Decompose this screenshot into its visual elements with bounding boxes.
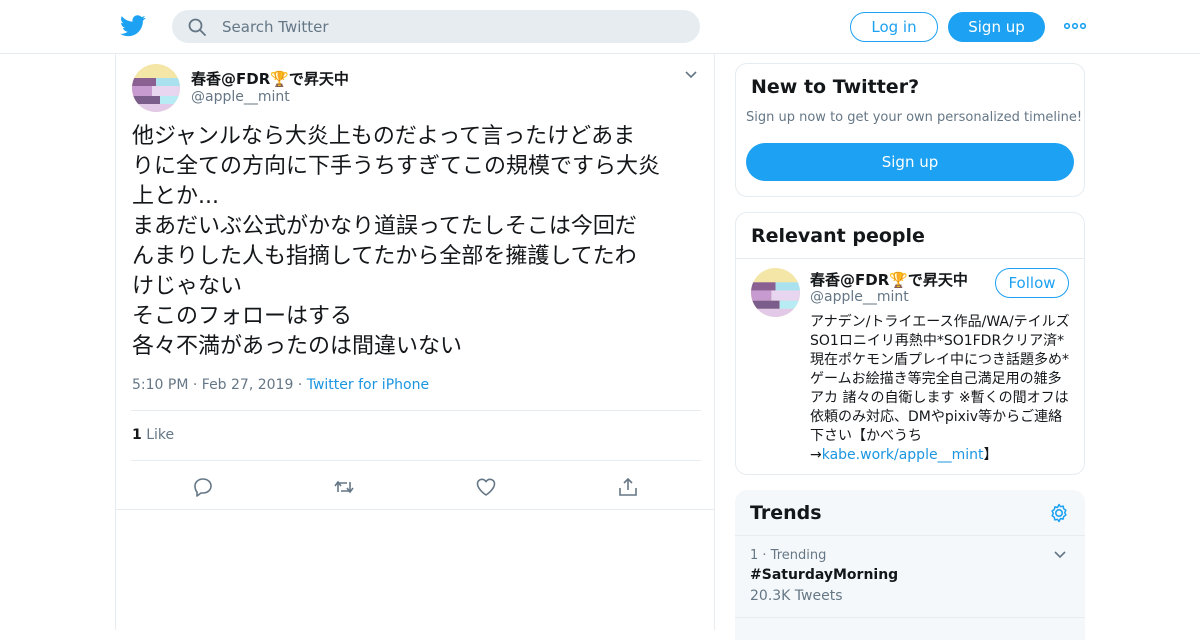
search-input[interactable]: Search Twitter	[172, 10, 700, 43]
gear-icon[interactable]	[1048, 502, 1070, 524]
share-icon[interactable]	[617, 476, 639, 498]
more-icon[interactable]	[1064, 18, 1086, 34]
bio-end: 】	[983, 447, 998, 463]
card-title: Trends	[750, 502, 822, 524]
avatar[interactable]	[751, 268, 800, 317]
trend-name[interactable]: #SaturdayMorning	[750, 567, 898, 583]
chevron-down-icon[interactable]	[684, 68, 698, 82]
tweet-meta: 5:10 PM · Feb 27, 2019 · Twitter for iPh…	[132, 377, 430, 393]
twitter-logo-icon[interactable]	[120, 14, 146, 38]
reply-icon[interactable]	[192, 476, 214, 498]
top-bar: Search Twitter Log in Sign up	[0, 0, 1200, 54]
trend-count: 20.3K Tweets	[750, 588, 843, 604]
divider	[131, 410, 701, 411]
login-button[interactable]: Log in	[850, 12, 938, 42]
person-handle[interactable]: @apple__mint	[810, 289, 909, 305]
tweet-source[interactable]: Twitter for iPhone	[307, 377, 429, 393]
bio-text: アナデン/トライエース作品/WA/テイルズ SO1ロニイリ再熱中*SO1FDRク…	[810, 314, 1070, 463]
tweet-author-handle[interactable]: @apple__mint	[191, 89, 290, 105]
follow-button[interactable]: Follow	[995, 268, 1069, 298]
like-count: 1	[132, 427, 142, 443]
divider	[131, 460, 701, 461]
trends-card: Trends 1 · Trending #SaturdayMorning 20.…	[735, 490, 1085, 640]
chevron-down-icon[interactable]	[1053, 548, 1067, 562]
bio-link[interactable]: kabe.work/apple__mint	[822, 447, 984, 463]
tweet-date[interactable]: Feb 27, 2019	[202, 377, 294, 393]
person-name[interactable]: 春香@FDR🏆で昇天中	[810, 269, 968, 290]
retweet-icon[interactable]	[333, 476, 355, 498]
like-label: Like	[146, 427, 175, 443]
trend-rank: 1 · Trending	[750, 548, 827, 563]
search-placeholder: Search Twitter	[222, 18, 329, 36]
tweet-column: 春香@FDR🏆で昇天中 @apple__mint 他ジャンルなら大炎上ものだよっ…	[115, 54, 715, 630]
card-title: Relevant people	[751, 225, 925, 247]
person-bio: アナデン/トライエース作品/WA/テイルズ SO1ロニイリ再熱中*SO1FDRク…	[810, 313, 1070, 465]
tweet-author-name[interactable]: 春香@FDR🏆で昇天中	[191, 68, 349, 89]
like-stats[interactable]: 1 Like	[132, 427, 174, 443]
card-title: New to Twitter?	[751, 76, 920, 98]
heart-icon[interactable]	[475, 476, 497, 498]
signup-button[interactable]: Sign up	[746, 143, 1074, 181]
relevant-people-card: Relevant people 春香@FDR🏆で昇天中 @apple__mint…	[735, 212, 1085, 475]
new-to-twitter-card: New to Twitter? Sign up now to get your …	[735, 63, 1085, 197]
signup-button[interactable]: Sign up	[948, 12, 1045, 42]
tweet-actions	[116, 462, 714, 510]
tweet-text: 他ジャンルなら大炎上ものだよって言ったけどあま りに全ての方向に下手うちすぎてこ…	[132, 124, 661, 359]
divider	[735, 617, 1085, 618]
divider	[736, 258, 1084, 259]
avatar[interactable]	[132, 64, 180, 112]
search-icon	[188, 18, 206, 36]
tweet-time[interactable]: 5:10 PM	[132, 377, 188, 393]
card-subtitle: Sign up now to get your own personalized…	[746, 110, 1083, 125]
divider	[735, 535, 1085, 536]
